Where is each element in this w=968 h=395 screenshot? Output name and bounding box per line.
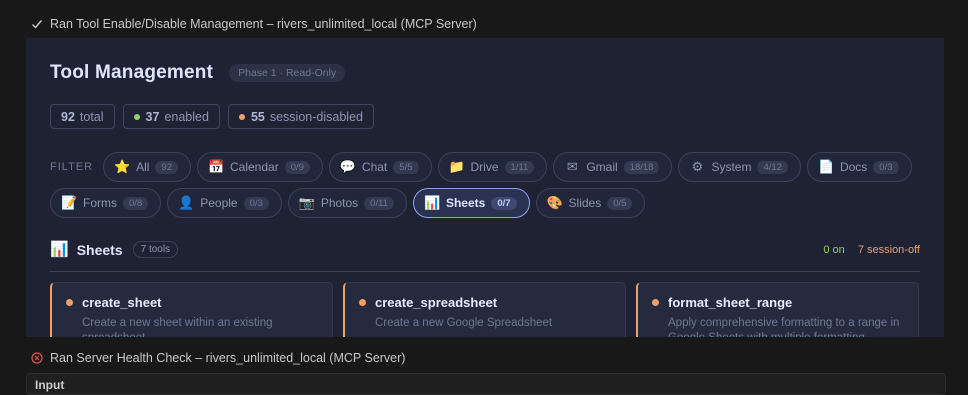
filter-chip-count: 4/12: [757, 160, 788, 174]
bar-chart-icon: 📊: [50, 241, 69, 258]
filter-chip-label: Forms: [83, 196, 117, 210]
filter-chip-count: 0/8: [123, 196, 149, 210]
filter-chip-label: Docs: [839, 160, 868, 174]
off-count: 7 session-off: [857, 244, 920, 256]
filter-chip-chat[interactable]: 💬 Chat 5/5: [328, 152, 432, 182]
status-dot-icon: [66, 299, 73, 306]
filter-chip-label: People: [200, 196, 238, 210]
star-icon: ⭐: [114, 159, 131, 174]
filter-chip-slides[interactable]: 🎨 Slides 0/5: [535, 188, 646, 218]
bar-chart-icon: 📊: [423, 195, 441, 210]
tool-name: create_sheet: [82, 295, 162, 310]
filter-chip-count: 0/3: [243, 196, 269, 210]
filter-chip-count: 18/18: [623, 160, 660, 174]
section-title: Sheets: [76, 242, 123, 258]
phase-badge: Phase 1 · Read-Only: [229, 64, 346, 82]
section-header: 📊 Sheets 7 tools 0 on 7 session-off: [50, 240, 920, 272]
filter-label: FILTER: [50, 161, 94, 173]
stat-disabled: 55 session-disabled: [227, 104, 374, 129]
checkmark-icon: [30, 17, 44, 31]
gear-icon: ⚙: [691, 159, 704, 174]
filter-chip-count: 1/11: [504, 160, 535, 174]
filter-chip-drive[interactable]: 📁 Drive 1/11: [437, 152, 548, 182]
tool-card-header: format_sheet_range: [652, 295, 908, 310]
filter-chip-all[interactable]: ⭐ All 92: [103, 152, 191, 182]
stat-enabled-label: enabled: [164, 109, 209, 124]
stat-disabled-number: 55: [250, 109, 265, 124]
tool-card-header: create_spreadsheet: [359, 295, 615, 310]
filter-chip-count: 0/7: [491, 196, 517, 210]
filter-chip-label: Photos: [320, 196, 359, 210]
envelope-icon: ✉: [566, 159, 578, 174]
filter-chip-label: System: [711, 160, 752, 174]
filter-chip-photos[interactable]: 📷 Photos 0/11: [287, 188, 407, 218]
filter-chip-label: Gmail: [586, 160, 618, 174]
filter-bar: FILTER ⭐ All 92 📅 Calendar 0/9 💬 Chat 5/…: [50, 152, 920, 218]
filter-chip-count: 0/3: [873, 160, 899, 174]
filter-chip-label: Sheets: [445, 196, 486, 210]
tool-run-line[interactable]: Ran Tool Enable/Disable Management – riv…: [30, 17, 477, 31]
tool-cards: create_sheet Create a new sheet within a…: [50, 282, 919, 337]
tool-run-text: Ran Server Health Check – rivers_unlimit…: [50, 351, 406, 365]
input-label: Input: [35, 378, 65, 392]
stat-total-label: total: [79, 109, 104, 124]
palette-icon: 🎨: [546, 195, 563, 210]
stat-enabled: 37 enabled: [122, 104, 220, 129]
tool-description: Create a new sheet within an existing sp…: [82, 317, 273, 337]
section-stats: 0 on 7 session-off: [823, 240, 920, 260]
tool-run-line[interactable]: Ran Server Health Check – rivers_unlimit…: [30, 351, 405, 365]
filter-chip-label: Drive: [470, 160, 499, 174]
tool-card-header: create_sheet: [66, 295, 322, 310]
filter-chip-count: 0/5: [607, 196, 633, 210]
document-icon: 📄: [817, 159, 835, 174]
tool-name: format_sheet_range: [668, 295, 793, 310]
input-section: Input: [26, 373, 946, 395]
filter-chip-forms[interactable]: 📝 Forms 0/8: [50, 188, 162, 218]
filter-chip-system[interactable]: ⚙ System 4/12: [678, 152, 801, 182]
tool-card[interactable]: create_sheet Create a new sheet within a…: [50, 282, 333, 337]
on-count: 0 on: [823, 244, 845, 256]
stat-disabled-label: session-disabled: [269, 109, 363, 124]
tool-run-text: Ran Tool Enable/Disable Management – riv…: [50, 17, 477, 31]
tool-description: Create a new Google Spreadsheet: [375, 317, 553, 329]
status-dot-icon: [652, 299, 659, 306]
stat-enabled-number: 37: [145, 109, 160, 124]
tools-count-badge: 7 tools: [132, 241, 179, 258]
filter-chip-sheets[interactable]: 📊 Sheets 0/7: [412, 188, 530, 218]
stats-row: 92 total 37 enabled 55 session-disabled: [50, 104, 374, 129]
tool-name: create_spreadsheet: [375, 295, 498, 310]
filter-chip-label: All: [136, 160, 150, 174]
status-dot-icon: [359, 299, 366, 306]
filter-chip-gmail[interactable]: ✉ Gmail 18/18: [553, 152, 673, 182]
filter-chip-calendar[interactable]: 📅 Calendar 0/9: [197, 152, 323, 182]
memo-icon: 📝: [61, 195, 78, 210]
tool-card[interactable]: create_spreadsheet Create a new Google S…: [343, 282, 626, 337]
filter-chip-count: 5/5: [393, 160, 419, 174]
person-icon: 👤: [178, 195, 195, 210]
camera-icon: 📷: [298, 195, 315, 210]
error-circle-icon: [30, 351, 44, 365]
filter-chip-count: 0/9: [284, 160, 310, 174]
filter-chip-label: Calendar: [230, 160, 279, 174]
tool-management-panel: Tool Management Phase 1 · Read-Only 92 t…: [26, 38, 944, 337]
stat-total: 92 total: [50, 104, 115, 129]
chat-bubble-icon: 💬: [339, 159, 357, 174]
filter-chip-docs[interactable]: 📄 Docs 0/3: [806, 152, 912, 182]
filter-chip-label: Chat: [361, 160, 388, 174]
tool-description: Apply comprehensive formatting to a rang…: [668, 317, 900, 337]
filter-chip-count: 92: [155, 160, 178, 174]
page-title: Tool Management: [50, 62, 214, 83]
filter-chip-label: Slides: [568, 196, 602, 210]
tool-card[interactable]: format_sheet_range Apply comprehensive f…: [636, 282, 919, 337]
folder-icon: 📁: [448, 159, 465, 174]
filter-chip-people[interactable]: 👤 People 0/3: [167, 188, 282, 218]
stat-total-number: 92: [61, 109, 75, 124]
disabled-dot-icon: [238, 113, 245, 120]
enabled-dot-icon: [133, 113, 140, 120]
filter-chip-count: 0/11: [364, 196, 394, 210]
calendar-icon: 📅: [208, 159, 225, 174]
